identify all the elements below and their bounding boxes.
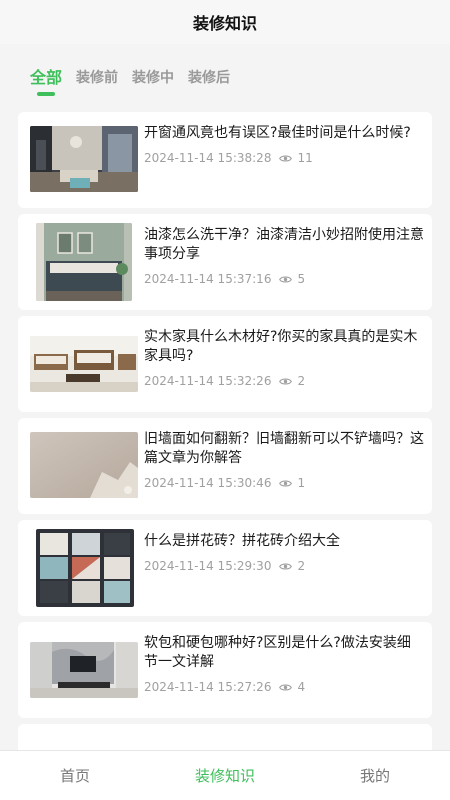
article-meta: 2024-11-14 15:32:26 2	[144, 374, 424, 388]
view-count-value: 5	[297, 272, 306, 286]
tabbar-knowledge[interactable]: 装修知识	[150, 765, 300, 786]
article-thumbnail	[30, 642, 138, 698]
article-card[interactable]: 油漆怎么洗干净？油漆清洁小妙招附使用注意事项分享 2024-11-14 15:3…	[18, 214, 432, 310]
article-meta: 2024-11-14 15:37:16 5	[144, 272, 424, 286]
article-meta: 2024-11-14 15:27:26 4	[144, 680, 424, 694]
bottom-tab-bar: 首页 装修知识 我的	[0, 750, 450, 800]
eye-icon	[279, 275, 293, 283]
article-title: 实木家具什么木材好?你买的家具真的是实木家具吗?	[144, 329, 418, 364]
article-thumbnail	[36, 223, 132, 301]
tab-after-renovation[interactable]: 装修后	[188, 68, 230, 88]
article-title: 什么是拼花砖？拼花砖介绍大全	[144, 533, 340, 549]
category-tabs: 全部 装修前 装修中 装修后	[0, 44, 450, 102]
article-list: 开窗通风竟也有误区?最佳时间是什么时候? 2024-11-14 15:38:28…	[18, 112, 432, 750]
article-date: 2024-11-14 15:29:30	[144, 559, 272, 573]
view-count-value: 2	[297, 374, 306, 388]
page-title: 装修知识	[192, 14, 257, 33]
view-count: 11	[279, 151, 313, 165]
view-count: 4	[279, 680, 305, 694]
page: 装修知识 全部 装修前 装修中 装修后 开窗通风竟也有误区?最佳时间是什么时候?…	[0, 0, 450, 800]
tab-before-renovation[interactable]: 装修前	[76, 68, 118, 88]
article-date: 2024-11-14 15:32:26	[144, 374, 272, 388]
article-meta: 2024-11-14 15:29:30 2	[144, 559, 424, 573]
article-card[interactable]: 开窗通风竟也有误区?最佳时间是什么时候? 2024-11-14 15:38:28…	[18, 112, 432, 208]
tab-label: 全部	[30, 68, 63, 87]
article-thumbnail	[30, 336, 138, 392]
article-date: 2024-11-14 15:37:16	[144, 272, 272, 286]
article-card[interactable]: 软包和硬包哪种好?区别是什么?做法安装细节一文详解 2024-11-14 15:…	[18, 622, 432, 718]
article-date: 2024-11-14 15:30:46	[144, 476, 272, 490]
view-count: 2	[279, 374, 305, 388]
active-tab-indicator	[37, 92, 55, 96]
view-count: 5	[279, 272, 305, 286]
article-card[interactable]: 什么是拼花砖？拼花砖介绍大全 2024-11-14 15:29:30 2	[18, 520, 432, 616]
article-info: 旧墙面如何翻新？旧墙翻新可以不铲墙吗？这篇文章为你解答 2024-11-14 1…	[144, 430, 424, 490]
tabbar-profile[interactable]: 我的	[300, 765, 450, 786]
view-count-value: 11	[297, 151, 313, 165]
tab-label: 装修中	[132, 70, 175, 86]
top-nav-bar: 装修知识	[0, 0, 450, 44]
article-thumbnail	[30, 126, 138, 192]
article-info: 软包和硬包哪种好?区别是什么?做法安装细节一文详解 2024-11-14 15:…	[144, 634, 424, 694]
article-thumbnail	[30, 432, 138, 498]
article-title: 软包和硬包哪种好?区别是什么?做法安装细节一文详解	[144, 635, 411, 670]
article-info: 油漆怎么洗干净？油漆清洁小妙招附使用注意事项分享 2024-11-14 15:3…	[144, 226, 424, 286]
article-card[interactable]: 实木家具什么木材好?你买的家具真的是实木家具吗? 2024-11-14 15:3…	[18, 316, 432, 412]
eye-icon	[279, 683, 293, 691]
eye-icon	[279, 154, 293, 162]
tab-label: 装修后	[188, 70, 231, 86]
article-title: 旧墙面如何翻新？旧墙翻新可以不铲墙吗？这篇文章为你解答	[144, 431, 424, 466]
tab-label: 装修前	[76, 70, 119, 86]
article-thumbnail	[36, 529, 134, 607]
view-count: 1	[279, 476, 305, 490]
article-meta: 2024-11-14 15:38:28 11	[144, 151, 424, 165]
article-meta: 2024-11-14 15:30:46 1	[144, 476, 424, 490]
article-card[interactable]: 旧墙面如何翻新？旧墙翻新可以不铲墙吗？这篇文章为你解答 2024-11-14 1…	[18, 418, 432, 514]
view-count: 2	[279, 559, 305, 573]
eye-icon	[279, 479, 293, 487]
eye-icon	[279, 377, 293, 385]
article-date: 2024-11-14 15:27:26	[144, 680, 272, 694]
article-info: 开窗通风竟也有误区?最佳时间是什么时候? 2024-11-14 15:38:28…	[144, 124, 424, 165]
view-count-value: 1	[297, 476, 306, 490]
article-info: 实木家具什么木材好?你买的家具真的是实木家具吗? 2024-11-14 15:3…	[144, 328, 424, 388]
article-card-partial[interactable]	[18, 724, 432, 750]
article-date: 2024-11-14 15:38:28	[144, 151, 272, 165]
article-title: 开窗通风竟也有误区?最佳时间是什么时候?	[144, 125, 411, 141]
view-count-value: 4	[297, 680, 306, 694]
tab-all[interactable]: 全部	[30, 68, 63, 96]
tab-during-renovation[interactable]: 装修中	[132, 68, 174, 88]
view-count-value: 2	[297, 559, 306, 573]
tabbar-home[interactable]: 首页	[0, 765, 150, 786]
article-info: 什么是拼花砖？拼花砖介绍大全 2024-11-14 15:29:30 2	[144, 532, 424, 573]
eye-icon	[279, 562, 293, 570]
article-title: 油漆怎么洗干净？油漆清洁小妙招附使用注意事项分享	[144, 227, 424, 262]
